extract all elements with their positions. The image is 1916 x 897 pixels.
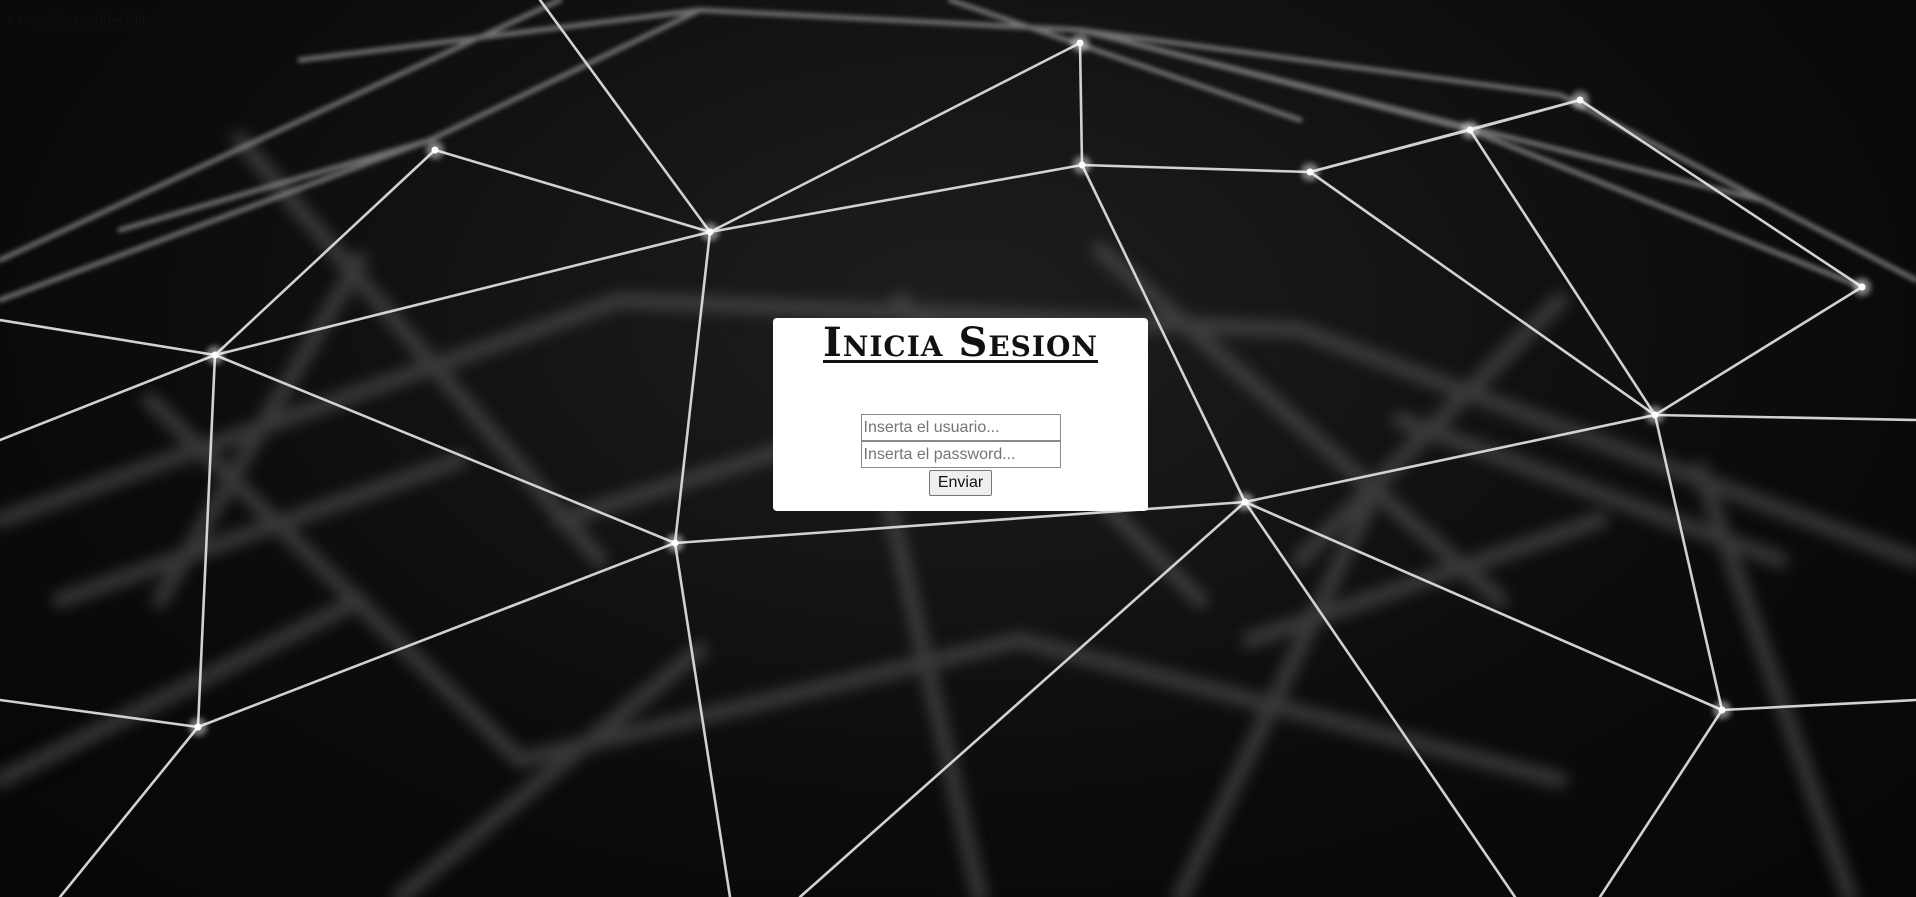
login-panel: Inicia Sesion Enviar	[773, 318, 1148, 511]
login-title: Inicia Sesion	[823, 319, 1098, 366]
password-input[interactable]	[860, 441, 1061, 468]
connection-status-text: Conexión establecida	[8, 12, 146, 29]
login-form: Enviar	[773, 414, 1148, 496]
username-input[interactable]	[860, 414, 1061, 441]
submit-button[interactable]: Enviar	[928, 470, 993, 496]
